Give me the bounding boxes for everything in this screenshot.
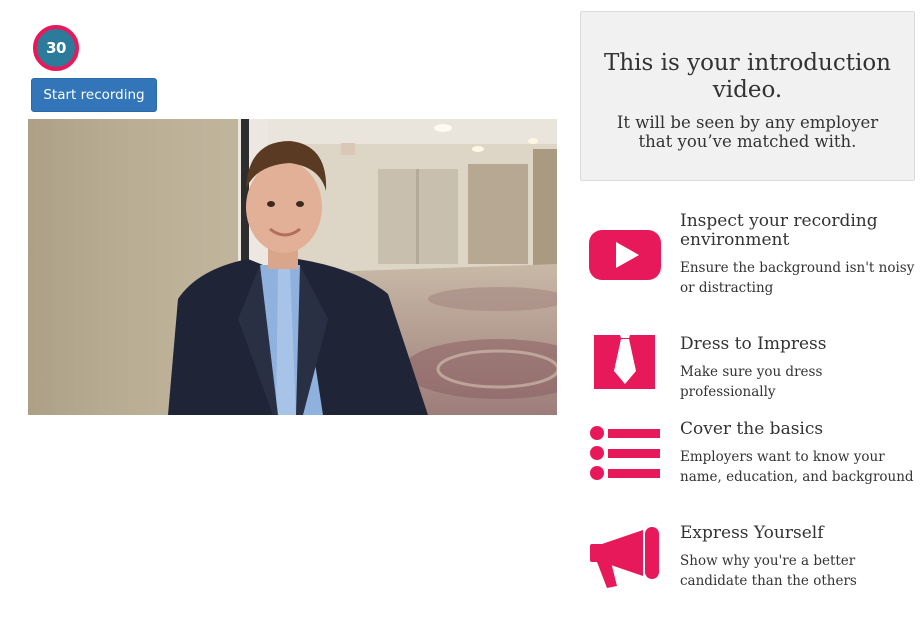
countdown-timer: 30 <box>33 25 79 71</box>
intro-title: This is your introduction video. <box>604 50 891 103</box>
start-recording-button[interactable]: Start recording <box>31 78 157 112</box>
tip-description: Ensure the background isn't noisy or dis… <box>680 260 915 296</box>
tip-description: Employers want to know your name, educat… <box>680 449 914 485</box>
intro-subtitle: It will be seen by any employer that you… <box>616 113 879 151</box>
tip-description: Show why you're a better candidate than … <box>680 553 857 589</box>
list-icon <box>590 426 660 480</box>
play-icon <box>589 230 661 280</box>
webcam-feed-image <box>28 119 557 415</box>
video-preview <box>28 119 557 415</box>
tip-title: Cover the basics <box>680 419 824 439</box>
tip-title: Dress to Impress <box>680 334 827 354</box>
tie-icon <box>594 335 655 389</box>
tip-title: Inspect your recording environment <box>680 211 878 250</box>
intro-info-panel: This is your introduction video. It will… <box>580 11 915 181</box>
tip-title: Express Yourself <box>680 523 824 543</box>
megaphone-icon <box>590 527 659 588</box>
tip-description: Make sure you dress professionally <box>680 364 823 400</box>
